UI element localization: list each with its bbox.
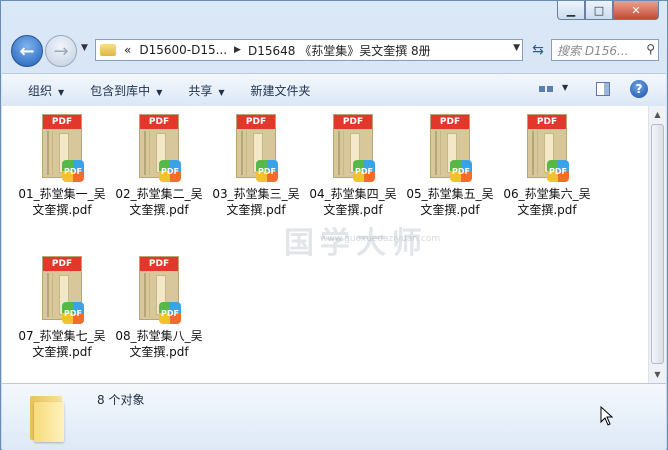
file-name: 02_荪堂集二_吴 文奎撰.pdf bbox=[115, 187, 203, 217]
change-view-icon[interactable] bbox=[538, 81, 554, 97]
pdf-thumbnail: PDF PDF bbox=[40, 256, 84, 326]
file-name: 04_荪堂集四_吴 文奎撰.pdf bbox=[309, 187, 397, 217]
pdf-app-icon: PDF bbox=[547, 160, 569, 182]
file-item[interactable]: PDF PDF 04_荪堂集四_吴 文奎撰.pdf bbox=[305, 114, 401, 218]
file-name: 08_荪堂集八_吴 文奎撰.pdf bbox=[115, 329, 203, 359]
file-list: 国学大师 www.guoxuedaziyuan.com PDF PDF 01_荪… bbox=[2, 106, 666, 383]
vertical-scrollbar[interactable]: ▲ ▼ bbox=[648, 106, 666, 383]
new-folder-button[interactable]: 新建文件夹 bbox=[251, 82, 311, 99]
chevron-down-icon: ▼ bbox=[218, 87, 225, 97]
maximize-button[interactable]: □ bbox=[585, 1, 613, 20]
back-arrow-icon: ← bbox=[19, 40, 35, 62]
explorer-window: ▁ □ ✕ ← → ▼ « D15600-D15... ▶ D15648 《荪堂… bbox=[0, 0, 668, 450]
pdf-app-icon: PDF bbox=[62, 302, 84, 324]
scroll-down-icon[interactable]: ▼ bbox=[649, 366, 666, 383]
new-folder-label: 新建文件夹 bbox=[250, 83, 311, 98]
pdf-app-icon: PDF bbox=[62, 160, 84, 182]
pdf-app-icon: PDF bbox=[256, 160, 278, 182]
watermark-url: www.guoxuedaziyuan.com bbox=[320, 234, 441, 244]
minimize-icon: ▁ bbox=[566, 3, 576, 17]
file-name: 01_荪堂集一_吴 文奎撰.pdf bbox=[18, 187, 106, 217]
pdf-app-icon: PDF bbox=[159, 160, 181, 182]
pdf-thumbnail: PDF PDF bbox=[331, 114, 375, 184]
pdf-app-icon: PDF bbox=[353, 160, 375, 182]
scroll-up-icon[interactable]: ▲ bbox=[649, 106, 666, 123]
file-item[interactable]: PDF PDF 05_荪堂集五_吴 文奎撰.pdf bbox=[402, 114, 498, 218]
share-label: 共享 bbox=[188, 83, 213, 98]
file-item[interactable]: PDF PDF 02_荪堂集二_吴 文奎撰.pdf bbox=[111, 114, 207, 218]
file-item[interactable]: PDF PDF 03_荪堂集三_吴 文奎撰.pdf bbox=[208, 114, 304, 218]
organize-label: 组织 bbox=[28, 83, 53, 98]
scrollbar-thumb[interactable] bbox=[651, 124, 664, 364]
file-name: 07_荪堂集七_吴 文奎撰.pdf bbox=[18, 329, 106, 359]
breadcrumb-overflow[interactable]: « bbox=[124, 43, 131, 57]
search-box[interactable]: 搜索 D156... ⚲ bbox=[551, 39, 659, 61]
breadcrumb-current[interactable]: D15648 《荪堂集》吴文奎撰 8册 bbox=[248, 42, 431, 59]
pdf-thumbnail: PDF PDF bbox=[234, 114, 278, 184]
share-menu[interactable]: 共享 ▼ bbox=[188, 82, 224, 99]
chevron-down-icon: ▼ bbox=[58, 87, 65, 97]
preview-pane-icon[interactable] bbox=[596, 82, 610, 96]
forward-button[interactable]: → bbox=[45, 35, 77, 67]
search-icon: ⚲ bbox=[646, 42, 655, 56]
pdf-thumbnail: PDF PDF bbox=[40, 114, 84, 184]
address-history-dropdown[interactable]: ▼ bbox=[513, 43, 520, 53]
include-in-library-menu[interactable]: 包含到库中 ▼ bbox=[90, 82, 162, 99]
folder-icon bbox=[30, 392, 64, 442]
breadcrumb-item[interactable]: D15600-D15... bbox=[139, 43, 227, 57]
command-bar: 组织 ▼ 包含到库中 ▼ 共享 ▼ 新建文件夹 ▼ ? bbox=[2, 73, 666, 107]
file-item[interactable]: PDF PDF 07_荪堂集七_吴 文奎撰.pdf bbox=[14, 256, 110, 360]
pdf-thumbnail: PDF PDF bbox=[428, 114, 472, 184]
close-button[interactable]: ✕ bbox=[613, 1, 659, 20]
mouse-cursor-icon bbox=[600, 406, 614, 426]
maximize-icon: □ bbox=[593, 3, 605, 17]
address-bar[interactable]: « D15600-D15... ▶ D15648 《荪堂集》吴文奎撰 8册 ▼ bbox=[95, 39, 523, 61]
folder-icon bbox=[100, 44, 116, 56]
include-library-label: 包含到库中 bbox=[90, 83, 151, 98]
file-item[interactable]: PDF PDF 08_荪堂集八_吴 文奎撰.pdf bbox=[111, 256, 207, 360]
refresh-icon: ⇆ bbox=[532, 42, 544, 58]
pdf-thumbnail: PDF PDF bbox=[525, 114, 569, 184]
recent-pages-dropdown[interactable]: ▼ bbox=[81, 43, 88, 53]
view-options-dropdown[interactable]: ▼ bbox=[562, 83, 568, 92]
forward-arrow-icon: → bbox=[53, 40, 69, 62]
file-item[interactable]: PDF PDF 01_荪堂集一_吴 文奎撰.pdf bbox=[14, 114, 110, 218]
navigation-bar: ← → ▼ « D15600-D15... ▶ D15648 《荪堂集》吴文奎撰… bbox=[11, 33, 659, 67]
close-icon: ✕ bbox=[631, 3, 641, 17]
pdf-thumbnail: PDF PDF bbox=[137, 114, 181, 184]
help-icon[interactable]: ? bbox=[630, 80, 648, 98]
pdf-app-icon: PDF bbox=[450, 160, 472, 182]
window-controls: ▁ □ ✕ bbox=[557, 1, 659, 20]
breadcrumb-separator-icon[interactable]: ▶ bbox=[234, 45, 241, 55]
pdf-thumbnail: PDF PDF bbox=[137, 256, 181, 326]
pdf-app-icon: PDF bbox=[159, 302, 181, 324]
minimize-button[interactable]: ▁ bbox=[557, 1, 585, 20]
back-button[interactable]: ← bbox=[11, 35, 43, 67]
details-pane: 8 个对象 bbox=[2, 383, 666, 450]
organize-menu[interactable]: 组织 ▼ bbox=[28, 82, 64, 99]
refresh-button[interactable]: ⇆ bbox=[527, 39, 549, 61]
file-item[interactable]: PDF PDF 06_荪堂集六_吴 文奎撰.pdf bbox=[499, 114, 595, 218]
search-placeholder: 搜索 D156... bbox=[557, 43, 629, 58]
file-name: 05_荪堂集五_吴 文奎撰.pdf bbox=[406, 187, 494, 217]
chevron-down-icon: ▼ bbox=[156, 87, 163, 97]
file-name: 06_荪堂集六_吴 文奎撰.pdf bbox=[503, 187, 591, 217]
item-count: 8 个对象 bbox=[97, 393, 145, 407]
file-name: 03_荪堂集三_吴 文奎撰.pdf bbox=[212, 187, 300, 217]
chevron-down-icon: ▼ bbox=[81, 43, 88, 53]
